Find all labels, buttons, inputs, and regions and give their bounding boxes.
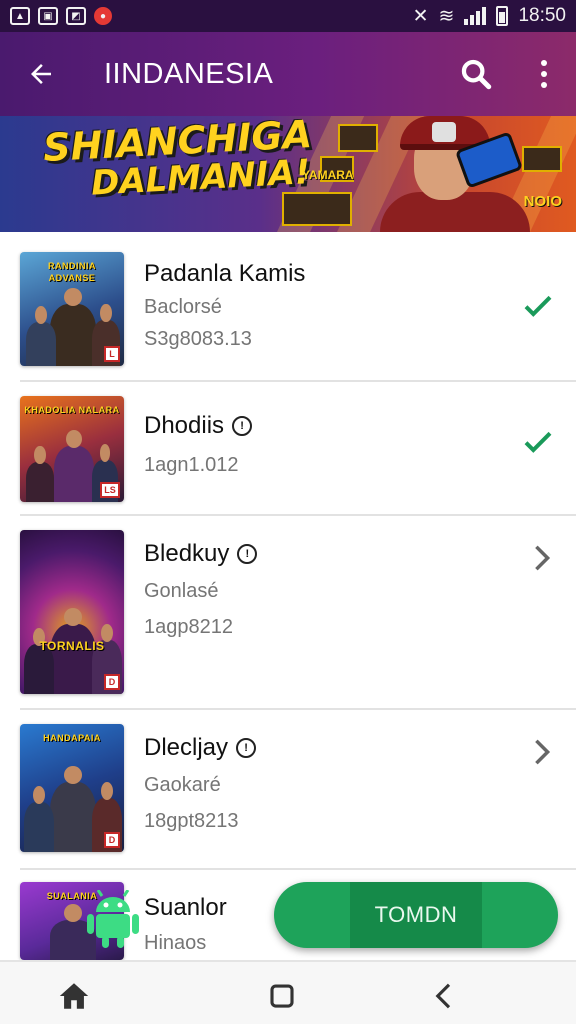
banner-corner-tag: NOIO <box>523 193 562 210</box>
list-item[interactable]: HANDAPAIA D Dlecljay! Gaokaré 18gpt8213 <box>0 710 576 870</box>
item-meta: 18gpt8213 <box>144 810 239 832</box>
battery-icon <box>496 6 509 26</box>
back-button[interactable] <box>18 51 64 97</box>
thumbnail-text: TORNALIS <box>39 639 105 653</box>
banner-small-tag: YAMARA <box>302 168 354 182</box>
wifi-icon: ≋ <box>438 5 455 27</box>
list-item[interactable]: TORNALIS D Bledkuy! Gonlasé 1agp8212 <box>0 516 576 710</box>
primary-action-button[interactable]: TOMDN <box>274 882 558 948</box>
check-icon <box>524 295 552 317</box>
home-icon <box>59 983 89 1009</box>
info-icon[interactable]: ! <box>237 544 258 564</box>
nav-recents-button[interactable] <box>262 976 302 1016</box>
record-icon: ● <box>94 7 112 25</box>
gallery-icon: ▲ <box>10 7 30 25</box>
rating-badge: D <box>104 832 120 848</box>
banner-hero-image <box>370 116 530 232</box>
item-subtitle: Baclorsé <box>144 296 222 318</box>
back-chevron-icon <box>435 983 451 1009</box>
game-thumbnail: KHADOLIA NALARA LS <box>20 396 124 502</box>
item-meta: S3g8083.13 <box>144 328 252 350</box>
banner-title: SHIANCHIGA DALMANIA! <box>42 116 315 205</box>
list-item[interactable]: RANDINIA ADVANSE L Padanla Kamis Baclors… <box>0 232 576 382</box>
rating-badge: L <box>104 346 120 362</box>
item-subtitle: Gonlasé <box>144 580 219 602</box>
app-bar: IINDANESIA <box>0 32 576 116</box>
status-time: 18:50 <box>518 5 566 26</box>
game-thumbnail: HANDAPAIA D <box>20 724 124 852</box>
check-icon <box>524 431 552 453</box>
system-nav-bar <box>0 960 576 1024</box>
list-item[interactable]: KHADOLIA NALARA LS Dhodiis! 1agn1.012 <box>0 382 576 516</box>
item-title: Bledkuy! <box>144 540 258 568</box>
thumbnail-text: RANDINIA ADVANSE <box>48 261 96 283</box>
info-icon[interactable]: ! <box>232 416 253 436</box>
promo-banner[interactable]: SHIANCHIGA DALMANIA! YAMARA NOIO <box>0 116 576 232</box>
chevron-right-icon <box>535 545 551 571</box>
nav-home-button[interactable] <box>54 976 94 1016</box>
info-icon[interactable]: ! <box>236 738 257 758</box>
item-subtitle: Hinaos <box>144 932 207 954</box>
photo-icon: ◩ <box>66 7 86 25</box>
item-title: Padanla Kamis <box>144 260 306 287</box>
more-options-button[interactable] <box>524 50 564 98</box>
thumbnail-text: HANDAPAIA <box>43 733 101 743</box>
image-icon: ▣ <box>38 7 58 25</box>
rating-badge: D <box>104 674 120 690</box>
android-icon <box>87 890 139 948</box>
signal-icon <box>464 7 487 25</box>
game-thumbnail: RANDINIA ADVANSE L <box>20 252 124 366</box>
thumbnail-text: KHADOLIA NALARA <box>24 405 120 415</box>
more-vert-icon <box>541 60 547 66</box>
square-icon <box>270 984 294 1008</box>
status-bar: ▲ ▣ ◩ ● ✕ ≋ 18:50 <box>0 0 576 32</box>
search-icon <box>461 59 492 90</box>
game-thumbnail: TORNALIS D <box>20 530 124 694</box>
item-title: Dlecljay! <box>144 734 257 762</box>
item-meta: 1agn1.012 <box>144 454 239 476</box>
rating-badge: LS <box>100 482 120 498</box>
chevron-right-icon <box>535 739 551 765</box>
item-title: Suanlor <box>144 894 227 921</box>
fab-label: TOMDN <box>374 902 458 927</box>
arrow-left-icon <box>31 64 51 84</box>
page-title: IINDANESIA <box>104 57 274 90</box>
item-subtitle: Gaokaré <box>144 774 221 796</box>
nav-back-button[interactable] <box>424 976 464 1016</box>
item-title: Dhodiis! <box>144 412 253 440</box>
mute-icon: ✕ <box>412 5 429 27</box>
item-meta: 1agp8212 <box>144 616 233 638</box>
search-button[interactable] <box>452 50 500 98</box>
